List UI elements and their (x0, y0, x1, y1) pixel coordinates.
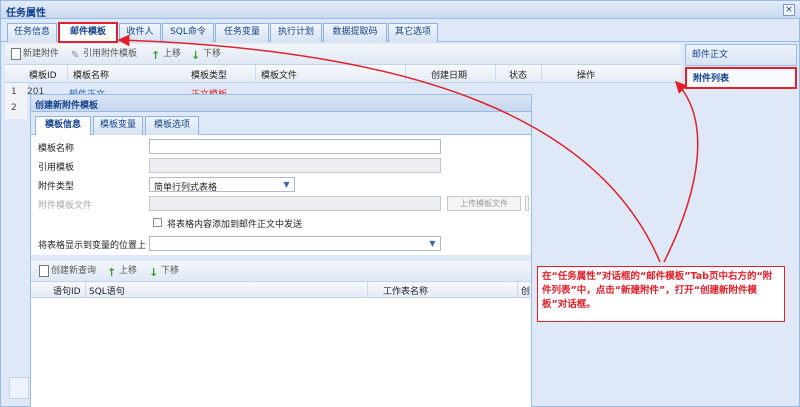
arrow-to-mail-template-tab (117, 34, 661, 263)
arrow-to-attachment-list (663, 80, 699, 263)
annotation-arrows (117, 34, 699, 263)
